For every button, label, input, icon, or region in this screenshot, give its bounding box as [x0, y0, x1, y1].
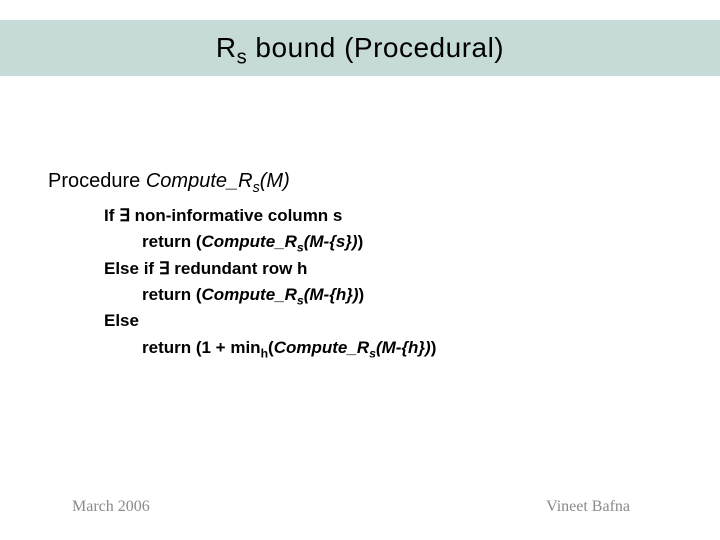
proc-name-post: (M) — [260, 170, 290, 192]
line-4-c: (M-{h}) — [304, 285, 359, 304]
line-2-call: Compute_Rs(M-{s}) — [202, 232, 358, 251]
line-3: Else if ∃ redundant row h — [104, 256, 672, 282]
line-6-sub2: s — [369, 346, 376, 360]
line-2-b: Compute_R — [202, 232, 297, 251]
line-4-b: Compute_R — [202, 285, 297, 304]
line-4-a: return ( — [142, 285, 202, 304]
title-post: bound (Procedural) — [247, 32, 504, 63]
slide-body: Procedure Compute_Rs(M) If ∃ non-informa… — [48, 170, 672, 361]
proc-name-sub: s — [253, 180, 260, 196]
procedure-heading: Procedure Compute_Rs(M) — [48, 170, 672, 193]
line-6-a: return (1 + min — [142, 338, 261, 357]
footer-author: Vineet Bafna — [546, 498, 630, 516]
line-2-a: return ( — [142, 232, 202, 251]
proc-lead: Procedure — [48, 170, 146, 192]
line-6-d: (M-{h}) — [376, 338, 431, 357]
slide-footer: March 2006 Vineet Bafna — [0, 498, 720, 516]
line-6-call: Compute_Rs(M-{h}) — [274, 338, 431, 357]
proc-name-pre: Compute_R — [146, 170, 253, 192]
title-pre: R — [216, 32, 237, 63]
line-5: Else — [104, 308, 672, 334]
title-band: Rs bound (Procedural) — [0, 20, 720, 76]
line-5-text: Else — [104, 311, 139, 330]
line-2-sub: s — [297, 241, 304, 255]
line-4-d: ) — [358, 285, 364, 304]
line-4: return (Compute_Rs(M-{h})) — [142, 282, 672, 308]
line-6: return (1 + minh(Compute_Rs(M-{h})) — [142, 335, 672, 361]
line-6-c: Compute_R — [274, 338, 369, 357]
line-2-d: ) — [358, 232, 364, 251]
footer-date: March 2006 — [72, 498, 150, 516]
line-1: If ∃ non-informative column s — [104, 203, 672, 229]
line-3-text: Else if ∃ redundant row h — [104, 259, 307, 278]
line-4-sub: s — [297, 293, 304, 307]
line-6-sub1: h — [261, 346, 268, 360]
title-sub: s — [237, 47, 248, 69]
line-2-c: (M-{s}) — [304, 232, 358, 251]
line-1-text: If ∃ non-informative column s — [104, 206, 342, 225]
proc-name: Compute_Rs(M) — [146, 170, 290, 192]
slide: Rs bound (Procedural) Procedure Compute_… — [0, 0, 720, 540]
slide-title: Rs bound (Procedural) — [216, 32, 504, 64]
procedure-lines: If ∃ non-informative column s return (Co… — [104, 203, 672, 361]
line-4-call: Compute_Rs(M-{h}) — [202, 285, 359, 304]
line-2: return (Compute_Rs(M-{s})) — [142, 229, 672, 255]
line-6-e: ) — [431, 338, 437, 357]
